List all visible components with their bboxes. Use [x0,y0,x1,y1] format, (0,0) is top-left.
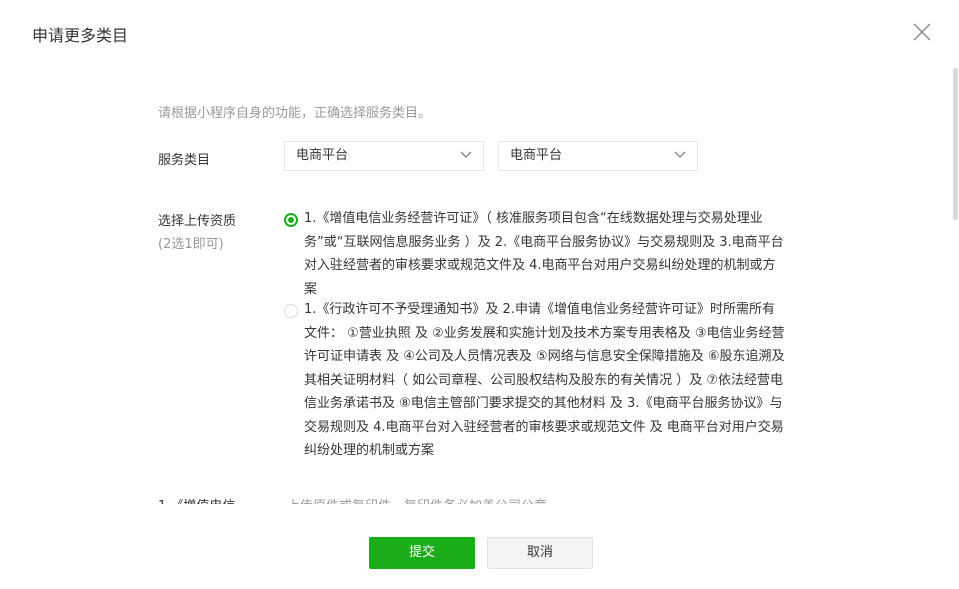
upload-item-label: 1.《增值电信 [158,495,235,504]
qualification-option-1-text[interactable]: 1.《增值电信业务经营许可证》（ 核准服务项目包含“在线数据处理与交易处理业务”… [304,207,786,301]
dialog-scrollbar[interactable] [953,68,958,220]
category-primary-select[interactable]: 电商平台 [284,141,484,171]
qualification-option-1-radio[interactable] [284,213,298,227]
category-label: 服务类目 [158,153,211,168]
close-button[interactable] [910,20,934,44]
qualification-hint: (2选1即可) [158,237,224,252]
category-secondary-value: 电商平台 [510,148,563,163]
chevron-down-icon [674,151,686,158]
form-tip: 请根据小程序自身的功能，正确选择服务类目。 [158,106,432,121]
category-secondary-select[interactable]: 电商平台 [498,141,698,171]
category-primary-value: 电商平台 [296,148,349,163]
qualification-label: 选择上传资质 [158,214,237,229]
qualification-option-2-radio[interactable] [284,304,298,318]
upload-item-hint: 上传原件或复印件，复印件务必加盖公司公章 [287,495,547,504]
dialog-title: 申请更多类目 [32,26,129,45]
dialog-footer: 提交 取消 [0,504,959,589]
qualification-option-2-text[interactable]: 1.《行政许可不予受理通知书》及 2.申请《增值电信业务经营许可证》时所需所有文… [304,298,786,463]
dialog-body[interactable]: 请根据小程序自身的功能，正确选择服务类目。 服务类目 电商平台 电商平台 选择上… [0,66,959,504]
cancel-button[interactable]: 取消 [487,537,593,569]
submit-button[interactable]: 提交 [369,537,475,569]
close-icon [913,23,931,41]
chevron-down-icon [460,151,472,158]
apply-category-dialog: 申请更多类目 请根据小程序自身的功能，正确选择服务类目。 服务类目 电商平台 电… [0,0,959,589]
